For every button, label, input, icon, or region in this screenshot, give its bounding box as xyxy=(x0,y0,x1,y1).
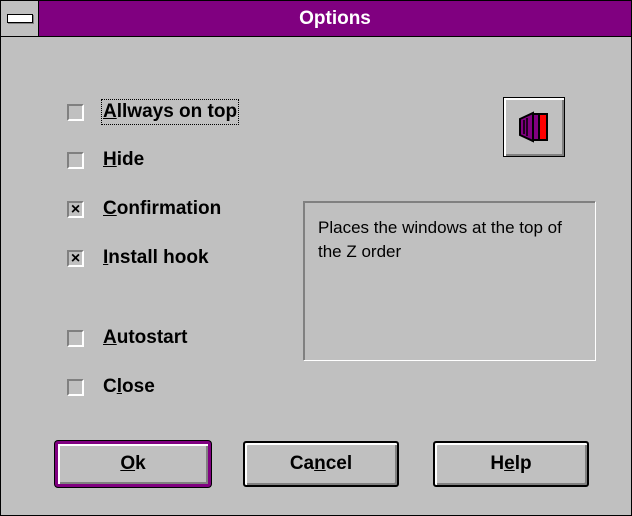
check-mark: × xyxy=(70,249,81,267)
checkbox-label: Close xyxy=(103,376,155,397)
window-title: Options xyxy=(299,8,371,29)
window-on-top-button[interactable] xyxy=(503,97,565,157)
window-on-top-icon xyxy=(519,111,548,143)
checkbox-label: Allways on top xyxy=(100,99,240,125)
title-bar[interactable]: Options xyxy=(1,1,631,37)
check-mark: × xyxy=(70,200,81,218)
checkbox-close[interactable]: Close xyxy=(67,375,155,399)
checkbox-box[interactable] xyxy=(67,329,84,347)
help-button[interactable]: He lp xyxy=(433,441,589,487)
checkbox-always-on-top[interactable]: Allways on top xyxy=(67,99,240,125)
checkbox-label: Hide xyxy=(103,149,145,170)
cancel-button[interactable]: Ca n cel xyxy=(243,441,399,487)
system-menu-icon xyxy=(7,14,33,23)
checkbox-label: Install hook xyxy=(103,247,209,268)
checkbox-box[interactable] xyxy=(67,151,84,169)
description-text: Places the windows at the top of the Z o… xyxy=(318,218,562,261)
ok-button[interactable]: Ok xyxy=(55,441,211,487)
checkbox-hide[interactable]: Hide xyxy=(67,148,144,172)
checkbox-autostart[interactable]: Autostart xyxy=(67,326,187,350)
checkbox-install-hook[interactable]: × Install hook xyxy=(67,246,209,270)
checkbox-box[interactable]: × xyxy=(67,249,84,267)
options-dialog: Options Allways on top Hide × Confirmati… xyxy=(0,0,632,516)
checkbox-box[interactable] xyxy=(67,103,84,121)
checkbox-box[interactable]: × xyxy=(67,200,84,218)
checkbox-label: Autostart xyxy=(103,327,188,348)
checkbox-confirmation[interactable]: × Confirmation xyxy=(67,197,221,221)
description-panel: Places the windows at the top of the Z o… xyxy=(303,201,596,361)
checkbox-label: Confirmation xyxy=(103,198,222,219)
checkbox-box[interactable] xyxy=(67,378,84,396)
system-menu-button[interactable] xyxy=(1,1,39,36)
